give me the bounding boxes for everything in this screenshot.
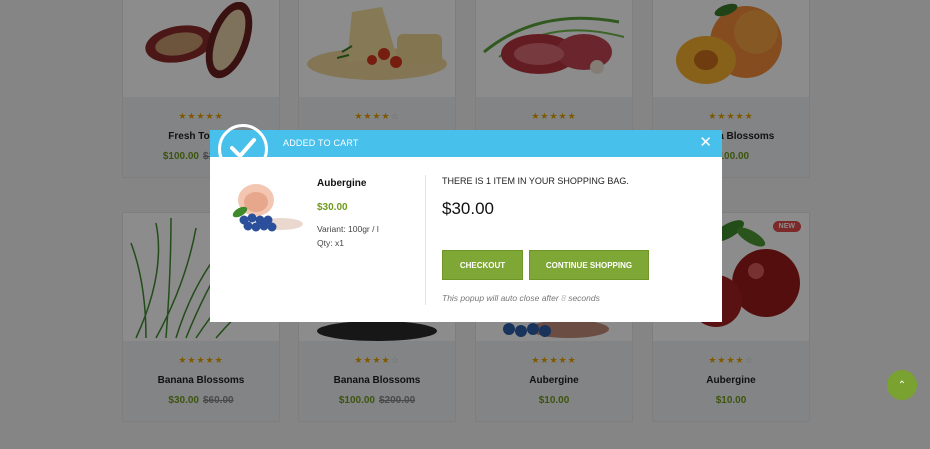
check-icon	[218, 124, 268, 174]
cart-product-variant: Variant: 100gr / l	[317, 224, 379, 234]
added-to-cart-modal: ADDED TO CART ✕ Aubergine $30.00 Variant…	[210, 124, 722, 322]
modal-header: ADDED TO CART ✕	[210, 124, 722, 174]
checkout-button[interactable]: CHECKOUT	[442, 250, 523, 280]
continue-shopping-button[interactable]: CONTINUE SHOPPING	[529, 250, 649, 280]
auto-close-suffix: seconds	[568, 293, 600, 303]
cart-product-name[interactable]: Aubergine	[317, 178, 366, 189]
auto-close-notice: This popup will auto close after 8 secon…	[442, 293, 600, 303]
bag-message: THERE IS 1 ITEM IN YOUR SHOPPING BAG.	[442, 176, 629, 186]
cart-product-price: $30.00	[317, 202, 348, 213]
divider	[425, 175, 426, 305]
close-icon[interactable]: ✕	[699, 135, 712, 151]
scroll-to-top-button[interactable]: ⌃	[887, 370, 917, 400]
auto-close-prefix: This popup will auto close after	[442, 293, 559, 303]
auto-close-seconds: 8	[561, 293, 566, 303]
cart-product-qty: Qty: x1	[317, 238, 344, 248]
cart-product-image	[226, 180, 306, 235]
chevron-up-icon: ⌃	[897, 379, 907, 391]
modal-title: ADDED TO CART	[283, 138, 359, 148]
bag-total: $30.00	[442, 199, 494, 218]
